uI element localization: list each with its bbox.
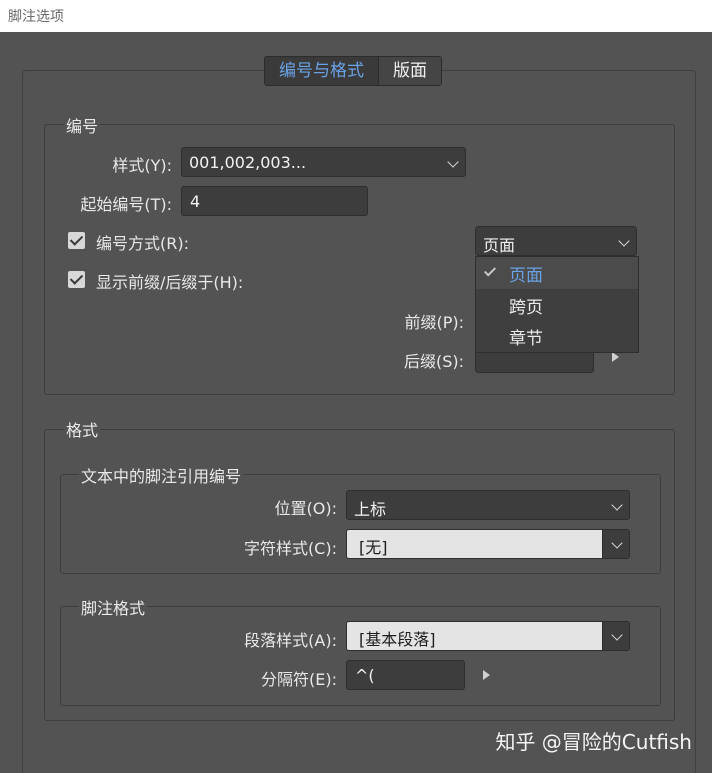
style-select-value: 001,002,003...: [189, 153, 307, 172]
numbering-group-title: 编号: [64, 113, 101, 137]
chevron-down-icon: [611, 499, 623, 511]
position-select-value: 上标: [354, 500, 387, 519]
position-select[interactable]: 上标: [346, 490, 630, 520]
restart-checkbox[interactable]: [68, 232, 85, 249]
start-number-input[interactable]: 4: [181, 186, 368, 216]
separator-input[interactable]: ^(: [346, 660, 465, 690]
restart-select-value: 页面: [483, 236, 516, 255]
tab-numbering-format[interactable]: 编号与格式: [265, 57, 379, 85]
prefix-label: 前缀(P):: [404, 313, 464, 332]
footnote-subgroup-title: 脚注格式: [79, 595, 148, 619]
para-style-dropdown-button[interactable]: [602, 622, 629, 650]
style-select[interactable]: 001,002,003...: [181, 147, 466, 177]
checkmark-icon: [483, 264, 497, 277]
reference-subgroup-title: 文本中的脚注引用编号: [79, 463, 244, 487]
chevron-down-icon: [618, 235, 630, 247]
tab-bar: 编号与格式 版面: [264, 56, 442, 86]
para-style-label: 段落样式(A):: [244, 631, 337, 650]
format-group-title: 格式: [64, 417, 101, 441]
char-style-label: 字符样式(C):: [243, 539, 337, 558]
tab-layout[interactable]: 版面: [379, 57, 441, 85]
restart-dropdown-menu: 页面 跨页 章节: [475, 256, 639, 353]
position-label: 位置(O):: [274, 499, 337, 518]
para-style-select[interactable]: [基本段落]: [346, 621, 630, 651]
menu-item-spread[interactable]: 跨页: [476, 289, 638, 321]
watermark: 知乎 @冒险的Cutfish: [495, 730, 692, 754]
para-style-value: [基本段落]: [347, 622, 602, 650]
chevron-down-icon: [611, 629, 623, 641]
chevron-down-icon: [447, 156, 459, 168]
menu-item-page[interactable]: 页面: [476, 257, 638, 289]
menu-item-section[interactable]: 章节: [476, 320, 638, 352]
char-style-select[interactable]: [无]: [346, 529, 630, 559]
reference-subgroup: [60, 474, 661, 574]
char-style-dropdown-button[interactable]: [602, 530, 629, 558]
separator-insert-arrow-icon[interactable]: [483, 670, 490, 680]
start-number-label: 起始编号(T):: [80, 195, 172, 214]
prefix-suffix-checkbox[interactable]: [68, 271, 85, 288]
suffix-label: 后缀(S):: [403, 352, 464, 371]
suffix-insert-arrow-icon[interactable]: [612, 352, 619, 362]
style-label: 样式(Y):: [112, 156, 172, 175]
restart-label: 编号方式(R):: [96, 234, 189, 253]
restart-select[interactable]: 页面: [475, 226, 637, 256]
char-style-value: [无]: [347, 530, 602, 558]
prefix-suffix-label: 显示前缀/后缀于(H):: [96, 273, 244, 292]
chevron-down-icon: [611, 537, 623, 549]
separator-label: 分隔符(E):: [261, 670, 337, 689]
window-title: 脚注选项: [0, 0, 712, 32]
